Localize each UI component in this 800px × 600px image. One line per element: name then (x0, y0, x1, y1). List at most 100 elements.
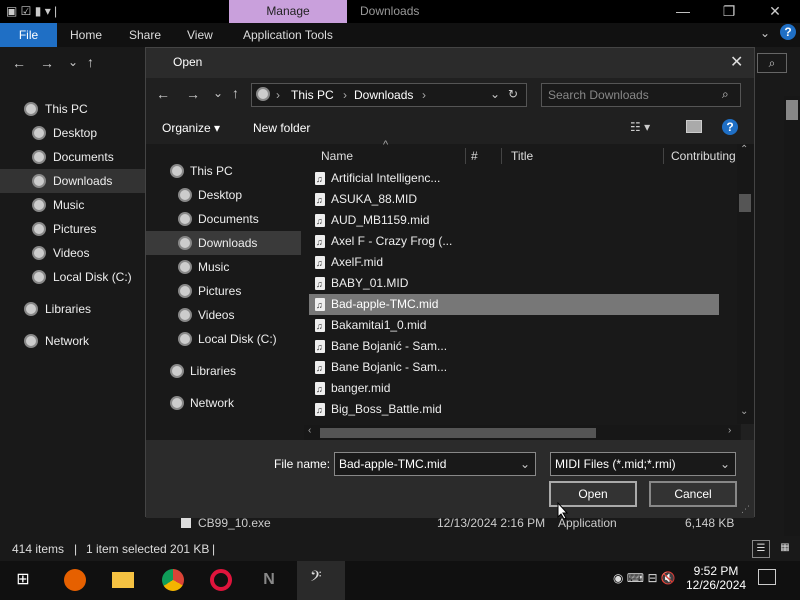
breadcrumb-this-pc[interactable]: This PC (291, 88, 334, 102)
manage-tab[interactable]: Manage (229, 0, 347, 23)
ribbon-home-tab[interactable]: Home (70, 23, 102, 47)
file-explorer-icon[interactable] (108, 565, 138, 595)
resize-grip[interactable]: ⋰ (741, 504, 750, 515)
midi-file-icon (315, 316, 325, 336)
minimize-icon[interactable]: — (660, 0, 706, 23)
system-tray-icons[interactable]: ◉ ⌨ ⊟ 🔇 (613, 571, 676, 585)
nav-item[interactable]: Pictures (0, 217, 145, 241)
dialog-breadcrumb[interactable]: › This PC › Downloads › ⌄ ↻ (251, 83, 527, 107)
nav-item[interactable]: Videos (0, 241, 145, 265)
file-row[interactable]: BABY_01.MID (309, 273, 719, 294)
dialog-forward-icon[interactable]: → (186, 86, 200, 102)
explorer-up-icon[interactable]: ↑ (87, 54, 94, 70)
opera-icon[interactable] (206, 565, 236, 595)
dialog-recent-icon[interactable]: ⌄ (213, 86, 223, 100)
dialog-help-icon[interactable]: ? (722, 119, 738, 135)
explorer-back-icon[interactable]: ← (12, 55, 26, 71)
file-row[interactable]: Bane Bojanic - Sam... (309, 357, 719, 378)
help-icon[interactable]: ? (780, 24, 796, 40)
maximize-icon[interactable]: ❐ (706, 0, 752, 23)
quick-access-icons[interactable]: ▣ ☑ ▮ ▾ | (6, 4, 57, 18)
dialog-up-icon[interactable]: ↑ (232, 85, 239, 101)
nav-item[interactable]: Pictures (146, 279, 301, 303)
notifications-icon[interactable] (758, 569, 776, 585)
file-row[interactable]: Axel F - Crazy Frog (... (309, 231, 719, 252)
organize-button[interactable]: Organize ▾ (162, 121, 220, 135)
close-icon[interactable]: ✕ (752, 0, 798, 23)
filename-dropdown-icon[interactable]: ⌄ (520, 453, 530, 475)
file-type-select[interactable]: MIDI Files (*.mid;*.rmi) ⌄ (550, 452, 736, 476)
nav-item[interactable]: Libraries (0, 297, 145, 321)
explorer-forward-icon[interactable]: → (40, 55, 54, 71)
explorer-scrollbar[interactable] (784, 96, 800, 536)
ribbon-share-tab[interactable]: Share (129, 23, 161, 47)
nav-item[interactable]: Downloads (0, 169, 145, 193)
file-row[interactable]: Big_Boss_Battle.mid (309, 399, 719, 420)
file-row[interactable]: ASUKA_88.MID (309, 189, 719, 210)
file-row[interactable]: AxelF.mid (309, 252, 719, 273)
new-folder-button[interactable]: New folder (253, 121, 310, 135)
preview-pane-icon[interactable] (686, 120, 702, 133)
dialog-search-input[interactable]: Search Downloads ⌕ (541, 83, 741, 107)
column-name[interactable]: Name (321, 144, 353, 168)
explorer-search-icon[interactable]: ⌕ (757, 53, 787, 73)
nav-item[interactable]: Documents (0, 145, 145, 169)
nav-item[interactable]: Libraries (146, 359, 301, 383)
scroll-down-icon[interactable]: ⌄ (740, 406, 748, 417)
breadcrumb-downloads[interactable]: Downloads (354, 88, 413, 102)
explorer-recent-icon[interactable]: ⌄ (68, 55, 78, 69)
scroll-right-icon[interactable]: › (728, 425, 731, 436)
column-number[interactable]: # (471, 144, 478, 168)
column-contributing[interactable]: Contributing (671, 144, 741, 168)
view-options-icon[interactable]: ☷ ▾ (630, 120, 650, 134)
nav-item[interactable]: Desktop (146, 183, 301, 207)
file-row[interactable]: Artificial Intelligenc... (309, 168, 719, 189)
refresh-icon[interactable]: ↻ (508, 87, 518, 101)
ribbon-file-tab[interactable]: File (0, 23, 57, 47)
nav-item[interactable]: Network (146, 391, 301, 415)
hscroll-thumb[interactable] (320, 428, 596, 438)
scroll-up-icon[interactable]: ⌃ (740, 144, 748, 155)
nav-item[interactable]: Downloads (146, 231, 301, 255)
ribbon-expand-icon[interactable]: ⌄ (760, 26, 770, 40)
address-dropdown-icon[interactable]: ⌄ (490, 87, 500, 101)
cancel-button[interactable]: Cancel (649, 481, 737, 507)
details-view-icon[interactable]: ☰ (752, 540, 770, 558)
nav-item[interactable]: Videos (146, 303, 301, 327)
clock[interactable]: 9:52 PM 12/26/2024 (686, 564, 746, 592)
column-title[interactable]: Title (511, 144, 533, 168)
dialog-back-icon[interactable]: ← (156, 86, 170, 102)
scroll-left-icon[interactable]: ‹ (308, 425, 311, 436)
file-row[interactable]: Bad-apple-TMC.mid (309, 294, 719, 315)
file-row[interactable]: AUD_MB1159.mid (309, 210, 719, 231)
file-list-vscroll[interactable]: ⌃ ⌄ (737, 144, 754, 424)
ribbon-application-tools-tab[interactable]: Application Tools (243, 23, 333, 47)
column-divider[interactable] (465, 148, 466, 164)
nav-item[interactable]: Desktop (0, 121, 145, 145)
column-divider[interactable] (663, 148, 664, 164)
firefox-icon[interactable] (60, 565, 90, 595)
start-windows-icon[interactable]: ⊞ (8, 565, 38, 595)
active-app-slot[interactable]: 𝄢 (297, 561, 345, 600)
nav-item[interactable]: Music (146, 255, 301, 279)
filename-input[interactable]: Bad-apple-TMC.mid ⌄ (334, 452, 536, 476)
large-icons-view-icon[interactable]: ▦ (776, 540, 794, 558)
nav-item[interactable]: Music (0, 193, 145, 217)
file-row[interactable]: banger.mid (309, 378, 719, 399)
ribbon-view-tab[interactable]: View (187, 23, 213, 47)
nav-item[interactable]: Local Disk (C:) (0, 265, 145, 289)
chrome-icon[interactable] (158, 565, 188, 595)
nav-item[interactable]: Network (0, 329, 145, 353)
file-list-hscroll[interactable]: ‹ › (304, 425, 740, 440)
nav-item[interactable]: Local Disk (C:) (146, 327, 301, 351)
file-row[interactable]: Bakamitai1_0.mid (309, 315, 719, 336)
nav-item[interactable]: This PC (146, 159, 301, 183)
vscroll-thumb[interactable] (739, 194, 751, 212)
nav-item[interactable]: Documents (146, 207, 301, 231)
nav-item[interactable]: This PC (0, 97, 145, 121)
app-icon[interactable]: N (254, 565, 284, 595)
file-row[interactable]: Bane Bojanić - Sam... (309, 336, 719, 357)
folder-icon (178, 260, 192, 274)
column-divider[interactable] (501, 148, 502, 164)
dialog-close-icon[interactable]: ✕ (730, 52, 743, 72)
